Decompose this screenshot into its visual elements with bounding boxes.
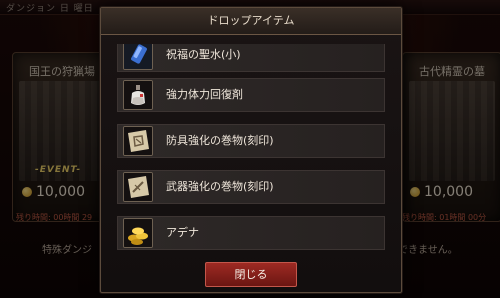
holy-water-icon (123, 44, 153, 70)
drop-items-dialog: ドロップアイテム 祝福の聖水(小) 強力体力回復剤 防具強化の巻物(刻印) 武器… (100, 7, 402, 293)
drop-item-label: 防具強化の巻物(刻印) (166, 134, 274, 147)
potion-icon (123, 80, 153, 110)
dialog-title: ドロップアイテム (101, 8, 401, 35)
adena-coins-icon (123, 218, 153, 248)
drop-item-row[interactable]: 祝福の聖水(小) (117, 44, 385, 72)
drop-item-label: 強力体力回復剤 (166, 88, 243, 101)
drop-item-row[interactable]: 武器強化の巻物(刻印) (117, 170, 385, 204)
drop-item-label: アデナ (166, 226, 199, 239)
weapon-scroll-icon (123, 172, 153, 202)
drop-item-row[interactable]: アデナ (117, 216, 385, 250)
drop-item-row[interactable]: 防具強化の巻物(刻印) (117, 124, 385, 158)
drop-item-list[interactable]: 祝福の聖水(小) 強力体力回復剤 防具強化の巻物(刻印) 武器強化の巻物(刻印)… (117, 44, 385, 266)
drop-item-label: 祝福の聖水(小) (166, 48, 241, 61)
armor-scroll-icon (123, 126, 153, 156)
drop-item-label: 武器強化の巻物(刻印) (166, 180, 274, 193)
drop-item-row[interactable]: 強力体力回復剤 (117, 78, 385, 112)
close-button[interactable]: 閉じる (205, 262, 297, 287)
